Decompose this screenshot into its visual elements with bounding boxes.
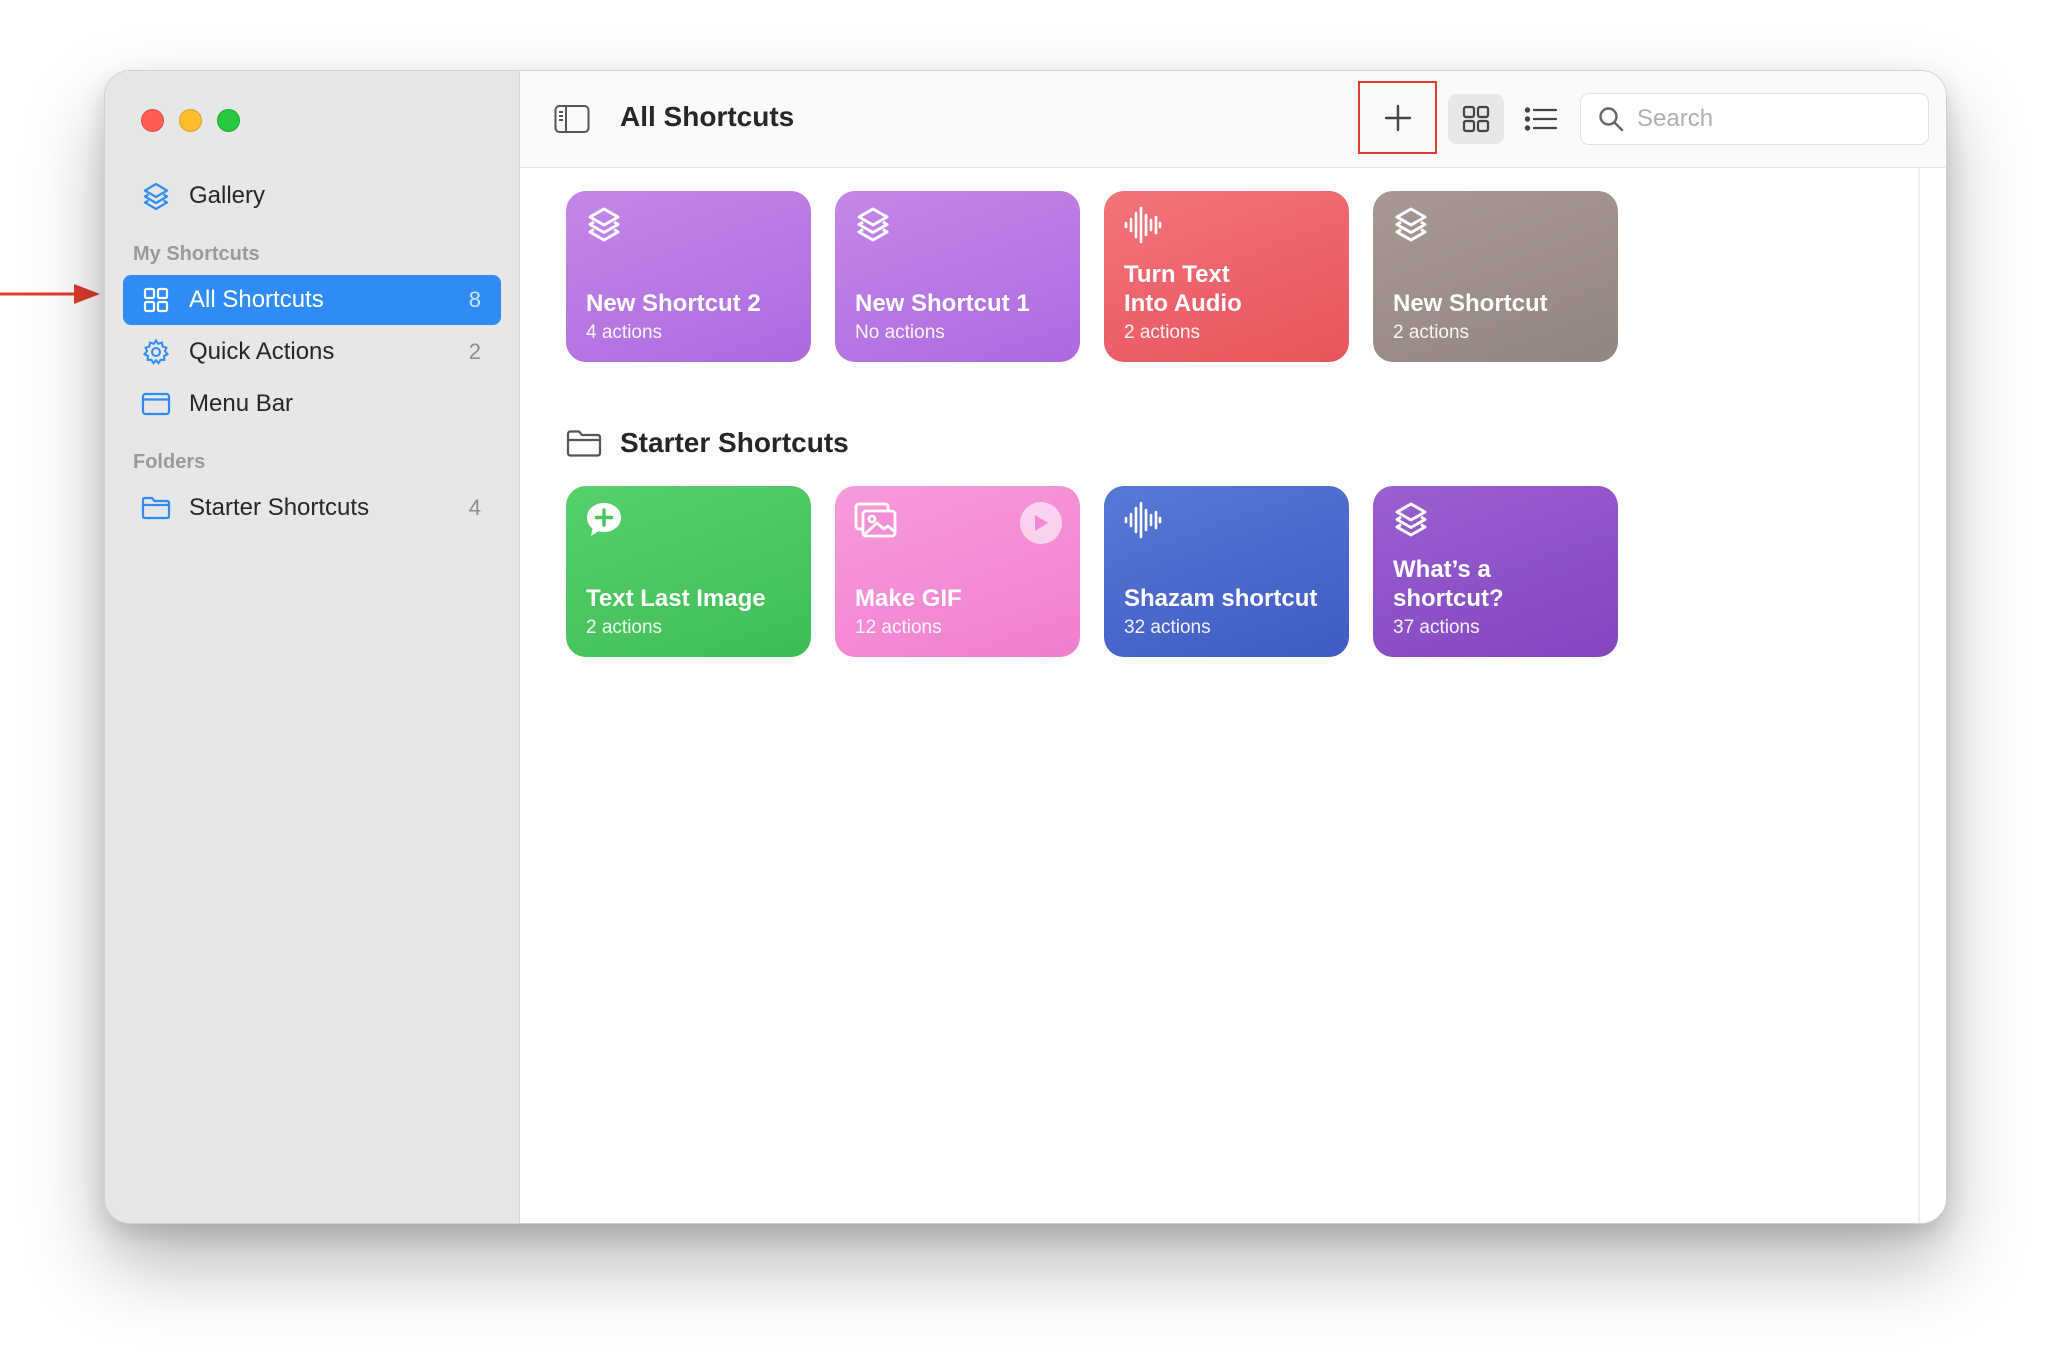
sidebar: Gallery My Shortcuts All Shortcuts 8 Qui… bbox=[105, 71, 520, 1223]
shortcut-actions-count: 12 actions bbox=[855, 617, 942, 638]
section-title: Starter Shortcuts bbox=[620, 427, 849, 458]
sidebar-item-count: 4 bbox=[468, 495, 481, 520]
shortcut-card[interactable]: What’s a shortcut? 37 actions bbox=[1373, 486, 1618, 657]
message-plus-icon bbox=[587, 503, 621, 536]
minimize-button[interactable] bbox=[179, 109, 202, 132]
sidebar-item-count: 8 bbox=[468, 287, 481, 312]
folder-icon bbox=[141, 493, 171, 523]
shortcut-actions-count: 2 actions bbox=[586, 617, 663, 638]
shortcut-actions-count: 32 actions bbox=[1124, 617, 1211, 638]
shortcut-actions-count: No actions bbox=[855, 322, 945, 343]
plus-icon bbox=[1384, 104, 1411, 131]
photos-icon bbox=[854, 502, 897, 538]
annotation-arrow bbox=[0, 284, 100, 304]
shortcut-name-line: What’s a bbox=[1393, 556, 1491, 583]
sidebar-item-gallery[interactable]: Gallery bbox=[123, 171, 501, 221]
shortcut-actions-count: 4 actions bbox=[586, 322, 663, 343]
folder-icon bbox=[566, 430, 602, 457]
shortcut-actions-count: 2 actions bbox=[1124, 322, 1201, 343]
app-window: Gallery My Shortcuts All Shortcuts 8 Qui… bbox=[104, 70, 1947, 1224]
play-icon bbox=[1035, 515, 1048, 531]
layers-icon bbox=[1395, 502, 1427, 537]
grid-icon bbox=[141, 285, 171, 315]
scrollbar[interactable] bbox=[1918, 168, 1920, 1223]
sidebar-item-starter-shortcuts[interactable]: Starter Shortcuts 4 bbox=[123, 483, 501, 533]
shortcut-name: Text Last Image bbox=[586, 585, 766, 612]
menubar-icon bbox=[141, 389, 171, 419]
shortcut-card[interactable]: New Shortcut 1 No actions bbox=[835, 191, 1080, 362]
sidebar-item-all-shortcuts[interactable]: All Shortcuts 8 bbox=[123, 275, 501, 325]
page-title: All Shortcuts bbox=[620, 101, 795, 132]
sidebar-item-label: Starter Shortcuts bbox=[189, 494, 370, 521]
layers-icon bbox=[857, 207, 889, 242]
close-button[interactable] bbox=[141, 109, 164, 132]
shortcut-name: New Shortcut bbox=[1393, 290, 1548, 317]
search-field[interactable] bbox=[1580, 93, 1929, 145]
shortcut-card[interactable]: New Shortcut 2 actions bbox=[1373, 191, 1618, 362]
shortcut-name-line: Into Audio bbox=[1124, 290, 1242, 317]
list-view-icon bbox=[1524, 107, 1558, 131]
sidebar-toggle-icon[interactable] bbox=[554, 104, 590, 134]
window-controls bbox=[141, 109, 240, 132]
shortcut-card[interactable]: New Shortcut 2 4 actions bbox=[566, 191, 811, 362]
search-input[interactable] bbox=[1637, 105, 1907, 133]
folder-section-header[interactable]: Starter Shortcuts bbox=[566, 427, 849, 459]
shortcut-card[interactable]: Make GIF 12 actions bbox=[835, 486, 1080, 657]
shortcut-name: Turn Text Into Audio bbox=[1124, 260, 1242, 318]
shortcut-name: Shazam shortcut bbox=[1124, 585, 1318, 612]
shortcut-card[interactable]: Shazam shortcut 32 actions bbox=[1104, 486, 1349, 657]
shortcut-name-line: shortcut? bbox=[1393, 585, 1504, 612]
shortcut-actions-count: 2 actions bbox=[1393, 322, 1470, 343]
shortcut-card[interactable]: Turn Text Into Audio 2 actions bbox=[1104, 191, 1349, 362]
shortcut-name-line: Turn Text bbox=[1124, 261, 1230, 288]
sidebar-section-header: My Shortcuts bbox=[133, 243, 260, 265]
zoom-button[interactable] bbox=[217, 109, 240, 132]
list-view-button[interactable] bbox=[1516, 94, 1566, 144]
shortcut-card[interactable]: Text Last Image 2 actions bbox=[566, 486, 811, 657]
grid-view-button[interactable] bbox=[1448, 94, 1504, 144]
toolbar: All Shortcuts bbox=[520, 71, 1946, 168]
layers-icon bbox=[141, 181, 171, 211]
shortcut-name: What’s a shortcut? bbox=[1393, 555, 1504, 613]
sidebar-item-label: Gallery bbox=[189, 182, 266, 209]
add-shortcut-button[interactable] bbox=[1358, 81, 1437, 154]
sidebar-item-label: All Shortcuts bbox=[189, 286, 324, 313]
waveform-icon bbox=[1124, 206, 1162, 244]
sidebar-item-label: Quick Actions bbox=[189, 338, 335, 365]
gear-icon bbox=[141, 337, 171, 367]
sidebar-item-menu-bar[interactable]: Menu Bar bbox=[123, 379, 501, 429]
layers-icon bbox=[1395, 207, 1427, 242]
waveform-icon bbox=[1124, 501, 1162, 539]
grid-view-icon bbox=[1462, 105, 1490, 133]
main-content: All Shortcuts Search New Shortcut 2 4 ac… bbox=[520, 71, 1946, 1223]
shortcut-actions-count: 37 actions bbox=[1393, 617, 1480, 638]
shortcut-name: Make GIF bbox=[855, 585, 962, 612]
sidebar-item-count: 2 bbox=[468, 339, 481, 364]
run-shortcut-button[interactable] bbox=[1020, 502, 1062, 544]
sidebar-section-header: Folders bbox=[133, 451, 206, 473]
shortcut-name: New Shortcut 1 bbox=[855, 290, 1030, 317]
sidebar-item-quick-actions[interactable]: Quick Actions 2 bbox=[123, 327, 501, 377]
search-icon bbox=[1599, 107, 1624, 132]
layers-icon bbox=[588, 207, 620, 242]
shortcut-name: New Shortcut 2 bbox=[586, 290, 761, 317]
sidebar-item-label: Menu Bar bbox=[189, 390, 294, 417]
